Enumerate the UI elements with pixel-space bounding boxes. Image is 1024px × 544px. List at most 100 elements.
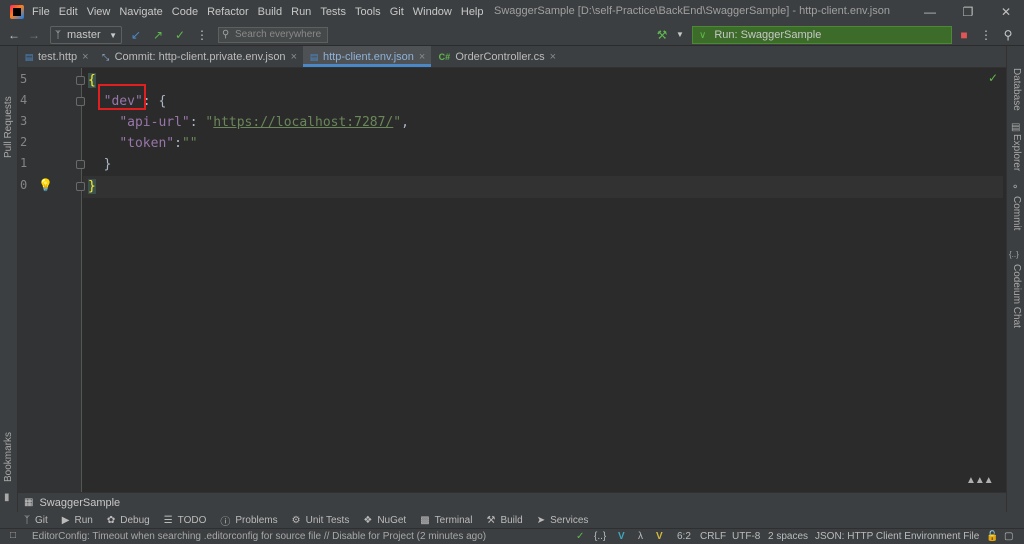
- codeium-chat-tool-button[interactable]: Codeium Chat: [1011, 264, 1022, 328]
- back-arrow-icon[interactable]: ←: [6, 27, 22, 43]
- play-icon: ▶: [61, 514, 70, 526]
- more-actions-icon[interactable]: ⋮: [978, 27, 994, 43]
- tab-order-controller[interactable]: C# OrderController.cs ×: [431, 46, 562, 67]
- lightbulb-icon[interactable]: 💡: [38, 178, 53, 192]
- menu-view[interactable]: View: [87, 6, 111, 18]
- menu-run[interactable]: Run: [291, 6, 311, 18]
- line-ending[interactable]: CRLF: [700, 531, 726, 542]
- status-ok-icon[interactable]: ✓: [576, 531, 584, 542]
- editor-tabs: ▤ test.http × ⤡ Commit: http-client.priv…: [18, 46, 1006, 68]
- notifications-icon[interactable]: ▢: [1004, 531, 1013, 542]
- tool-terminal[interactable]: ▩ Terminal: [420, 515, 472, 526]
- indent-setting[interactable]: 2 spaces: [768, 531, 808, 542]
- tab-label: http-client.env.json: [323, 50, 414, 63]
- menu-navigate[interactable]: Navigate: [119, 6, 162, 18]
- menu-code[interactable]: Code: [172, 6, 198, 18]
- tool-services[interactable]: ➤ Services: [537, 515, 589, 526]
- fold-marker-icon[interactable]: [76, 76, 85, 85]
- api-url-link[interactable]: https://localhost:7287/: [213, 115, 393, 130]
- tool-build[interactable]: ⚒ Build: [486, 515, 522, 526]
- tab-test-http[interactable]: ▤ test.http ×: [18, 46, 95, 67]
- vue-icon[interactable]: V: [618, 531, 625, 542]
- tab-label: OrderController.cs: [455, 50, 545, 63]
- chevron-down-icon: ▼: [109, 30, 117, 40]
- branch-icon: ᛉ: [55, 29, 61, 41]
- tool-label: NuGet: [377, 514, 407, 526]
- database-tool-button[interactable]: Database: [1011, 68, 1022, 111]
- menu-help[interactable]: Help: [461, 6, 484, 18]
- status-bar: □ EditorConfig: Timeout when searching .…: [0, 528, 1024, 544]
- menu-tests[interactable]: Tests: [320, 6, 346, 18]
- minimize-icon[interactable]: —: [922, 4, 938, 20]
- search-icon[interactable]: ⚲: [1000, 27, 1016, 43]
- close-icon[interactable]: ×: [82, 51, 88, 63]
- run-config-icon: ▦: [24, 497, 34, 508]
- memory-indicator-icon[interactable]: ▲▲▲: [966, 475, 994, 486]
- no-problems-check-icon[interactable]: ✓: [988, 71, 998, 85]
- resharper-icon[interactable]: V: [656, 531, 663, 542]
- menu-refactor[interactable]: Refactor: [207, 6, 249, 18]
- tool-todo[interactable]: ☰ TODO: [164, 515, 207, 526]
- codeium-status[interactable]: {..}: [594, 531, 606, 542]
- tab-commit-private-env[interactable]: ⤡ Commit: http-client.private.env.json ×: [95, 46, 303, 67]
- git-commit-check-icon[interactable]: ✓: [172, 27, 188, 43]
- restore-icon[interactable]: ❐: [960, 4, 976, 20]
- git-push-icon[interactable]: ↗: [150, 27, 166, 43]
- tool-git[interactable]: ᛉ Git: [24, 515, 48, 526]
- current-line-highlight: [83, 176, 1003, 198]
- tool-debug[interactable]: ✿ Debug: [107, 515, 150, 526]
- stop-icon[interactable]: ■: [956, 27, 972, 43]
- build-dropdown-icon[interactable]: ▼: [672, 27, 688, 43]
- fold-marker-icon[interactable]: [76, 160, 85, 169]
- line-number: 1: [20, 156, 28, 170]
- status-toggle-icon[interactable]: □: [10, 530, 16, 541]
- menu-window[interactable]: Window: [413, 6, 452, 18]
- caret-position[interactable]: 6:2: [677, 531, 691, 542]
- close-brace: }: [103, 157, 112, 172]
- tool-problems[interactable]: ⓘ Problems: [220, 513, 277, 528]
- status-message[interactable]: EditorConfig: Timeout when searching .ed…: [32, 531, 486, 542]
- tool-label: Terminal: [434, 514, 473, 526]
- menu-tools[interactable]: Tools: [355, 6, 381, 18]
- tool-run[interactable]: ▶ Run: [62, 515, 93, 526]
- pull-requests-tool-button[interactable]: Pull Requests: [3, 96, 14, 158]
- lock-icon[interactable]: 🔓: [986, 531, 998, 542]
- menu-build[interactable]: Build: [258, 6, 282, 18]
- close-icon[interactable]: ×: [419, 51, 425, 63]
- forward-arrow-icon[interactable]: →: [26, 27, 42, 43]
- git-branch-selector[interactable]: ᛉ master ▼: [50, 26, 122, 44]
- menu-git[interactable]: Git: [390, 6, 404, 18]
- run-configuration-widget[interactable]: ∨ Run: SwaggerSample: [692, 26, 952, 44]
- left-tool-stripe: Pull Requests Bookmarks ▮: [0, 46, 18, 512]
- tab-label: Commit: http-client.private.env.json: [114, 50, 286, 63]
- close-icon[interactable]: ×: [550, 51, 556, 63]
- more-options-icon[interactable]: ⋮: [194, 27, 210, 43]
- tool-nuget[interactable]: ❖ NuGet: [363, 515, 406, 526]
- tool-label: Build: [500, 514, 523, 526]
- json-key-api-url: "api-url": [119, 115, 190, 130]
- lambda-icon[interactable]: λ: [638, 531, 643, 542]
- git-update-icon[interactable]: ↙: [128, 27, 144, 43]
- code-editor[interactable]: 5 4 3 2 1 0 💡 { "dev": { "api-url": "htt…: [18, 68, 1006, 492]
- commit-tool-button[interactable]: Commit: [1011, 196, 1022, 230]
- run-tool-window-header[interactable]: ▦ SwaggerSample: [18, 492, 1006, 512]
- fold-marker-icon[interactable]: [76, 182, 85, 191]
- bookmarks-tool-button[interactable]: Bookmarks: [3, 432, 14, 482]
- build-hammer-icon[interactable]: ⚒: [654, 27, 670, 43]
- nuget-icon: ❖: [363, 514, 373, 526]
- tool-unit-tests[interactable]: ⚙ Unit Tests: [292, 515, 350, 526]
- code-punctuation: : {: [142, 94, 167, 109]
- explorer-tool-button[interactable]: Explorer: [1011, 134, 1022, 171]
- search-everywhere-input[interactable]: ⚲ Search everywhere: [218, 27, 328, 43]
- file-encoding[interactable]: UTF-8: [732, 531, 760, 542]
- tool-label: Git: [35, 514, 48, 526]
- close-window-icon[interactable]: ✕: [998, 4, 1014, 20]
- code-line-4: "token":"": [88, 133, 197, 154]
- fold-marker-icon[interactable]: [76, 97, 85, 106]
- menu-file[interactable]: File: [32, 6, 50, 18]
- tab-http-client-env[interactable]: ▤ http-client.env.json ×: [303, 46, 432, 67]
- close-icon[interactable]: ×: [291, 51, 297, 63]
- menu-edit[interactable]: Edit: [59, 6, 78, 18]
- code-line-5: }: [88, 154, 112, 175]
- json-schema[interactable]: JSON: HTTP Client Environment File: [815, 531, 979, 542]
